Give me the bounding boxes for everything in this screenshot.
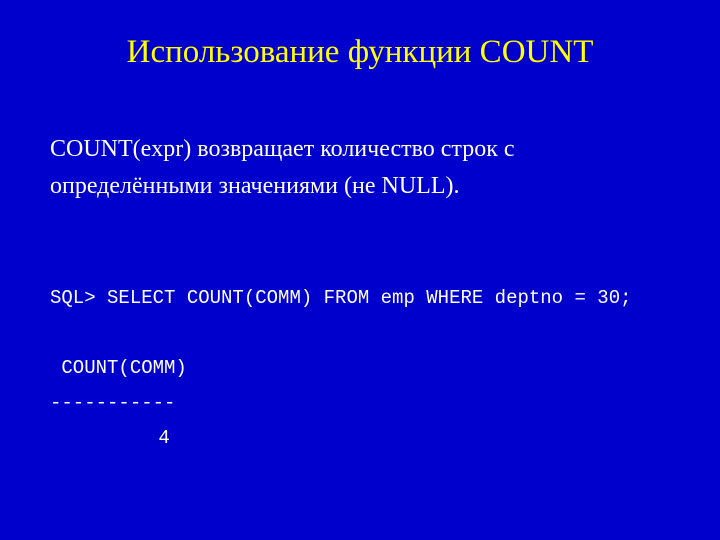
code-line-result: 4 xyxy=(50,427,170,449)
code-line-divider: ----------- xyxy=(50,392,175,414)
slide: Использование функции COUNT COUNT(expr) … xyxy=(0,0,720,540)
slide-title: Использование функции COUNT xyxy=(50,34,670,71)
code-block: SQL> SELECT COUNT(COMM) FROM emp WHERE d… xyxy=(50,245,670,456)
code-line-header: COUNT(COMM) xyxy=(50,357,187,379)
code-line-sql: SQL> SELECT COUNT(COMM) FROM emp WHERE d… xyxy=(50,287,632,309)
slide-body-text: COUNT(expr) возвращает количество строк … xyxy=(50,131,670,205)
